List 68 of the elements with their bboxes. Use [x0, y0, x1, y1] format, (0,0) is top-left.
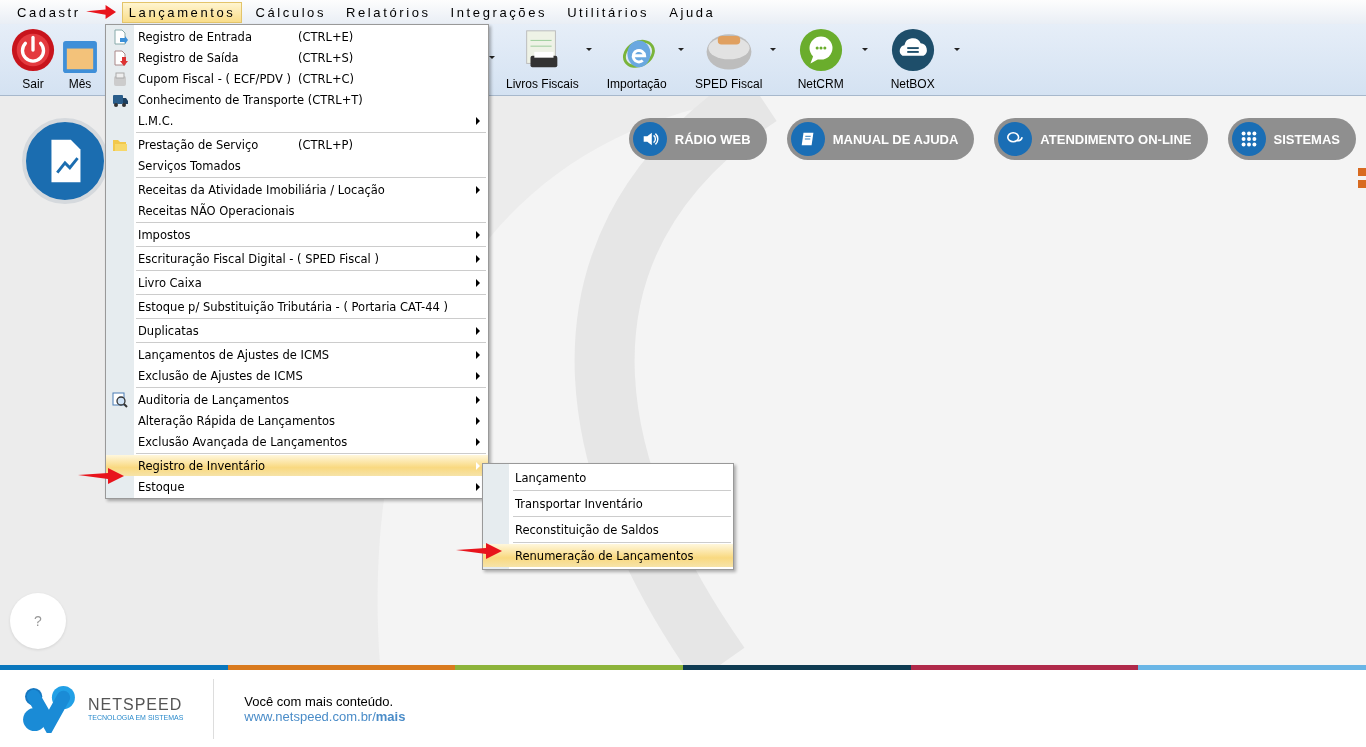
dropdown-caret-icon[interactable]	[677, 47, 684, 51]
menu-bar-item[interactable]: Cálculos	[248, 1, 334, 23]
toolbar-button[interactable]: Livros Fiscais	[506, 27, 579, 91]
submenu-arrow-icon	[476, 255, 480, 263]
menu-bar-item[interactable]: Lançamentos	[121, 1, 243, 23]
submenu-arrow-icon	[476, 438, 480, 446]
toolbar-button[interactable]: SPED Fiscal	[694, 27, 763, 91]
toolbar-button[interactable]: Importação	[602, 27, 671, 91]
menu-bar-item[interactable]: Integrações	[443, 1, 555, 23]
menu-item[interactable]: Alteração Rápida de Lançamentos	[106, 410, 488, 431]
status-marks-icon	[1358, 168, 1366, 188]
dropdown-caret-icon[interactable]	[861, 47, 868, 51]
submenu-arrow-icon	[476, 327, 480, 335]
calendar-icon	[63, 41, 97, 73]
menu-item[interactable]: Lançamentos de Ajustes de ICMS	[106, 344, 488, 365]
apps-grid-icon	[1239, 130, 1258, 148]
menu-item[interactable]: Renumeração de Lançamentos	[483, 544, 733, 567]
menu-item[interactable]: Prestação de Serviço (CTRL+P)	[106, 134, 488, 155]
menu-item[interactable]: Conhecimento de Transporte (CTRL+T)	[106, 89, 488, 110]
toolbar-button[interactable]: NetBOX	[878, 27, 947, 91]
toolbar-button[interactable]: Mês	[60, 27, 100, 91]
menu-item[interactable]: Exclusão de Ajustes de ICMS	[106, 365, 488, 386]
submenu-arrow-icon	[476, 417, 480, 425]
document-arrow-icon	[112, 49, 128, 66]
menu-item[interactable]: Livro Caixa	[106, 272, 488, 293]
menu-bar-item[interactable]: Cadastr	[10, 1, 88, 23]
menu-bar-item[interactable]: Ajuda	[662, 1, 723, 23]
toolbar-button[interactable]: Sair	[10, 27, 56, 91]
submenu-arrow-icon	[476, 396, 480, 404]
menu-item[interactable]: Escrituração Fiscal Digital - ( SPED Fiscal )	[106, 248, 488, 269]
menu-bar-item[interactable]: Utilitários	[560, 1, 657, 23]
menu-bar-item[interactable]: Relatórios	[339, 1, 438, 23]
menu-item[interactable]: Auditoria de Lançamentos	[106, 389, 488, 410]
menu-item[interactable]: Transportar Inventário	[483, 492, 733, 515]
pointer-arrow	[86, 5, 116, 19]
magnifier-document-icon	[112, 391, 128, 408]
cloud-icon	[889, 27, 936, 73]
dropdown-caret-icon[interactable]	[585, 47, 592, 51]
menu-item[interactable]: Cupom Fiscal - ( ECF/PDV ) (CTRL+C)	[106, 68, 488, 89]
menu-item[interactable]: Serviços Tomados	[106, 155, 488, 176]
website-link[interactable]: www.netspeed.com.br/mais	[244, 708, 406, 724]
netspeed-logo-icon	[20, 684, 78, 733]
menu-item[interactable]: Registro de Inventário	[106, 455, 488, 476]
menu-item[interactable]: Registro de Saída (CTRL+S)	[106, 47, 488, 68]
menu-item[interactable]: L.M.C.	[106, 110, 488, 131]
menu-item[interactable]: Reconstituição de Saldos	[483, 518, 733, 541]
document-arrow-icon	[112, 28, 128, 45]
footer-message: Você com mais conteúdo.	[244, 693, 395, 709]
dropdown-caret-icon[interactable]	[953, 47, 960, 51]
menu-item[interactable]: Receitas NÃO Operacionais	[106, 200, 488, 221]
submenu-arrow-icon	[476, 117, 480, 125]
toolbar-button[interactable]: NetCRM	[786, 27, 855, 91]
dropdown-caret-icon[interactable]	[769, 47, 776, 51]
menu-item[interactable]: Registro de Entrada (CTRL+E)	[106, 26, 488, 47]
submenu-arrow-icon	[476, 351, 480, 359]
brand-name: NETSPEED	[88, 696, 184, 714]
chat-icon	[797, 27, 844, 73]
menu-item[interactable]: Duplicatas	[106, 320, 488, 341]
menu-item[interactable]: Impostos	[106, 224, 488, 245]
submenu-arrow-icon	[476, 231, 480, 239]
submenu-arrow-icon	[476, 372, 480, 380]
menu-item[interactable]: Estoque p/ Substituição Tributária - ( Portaria CAT-44 )	[106, 296, 488, 317]
cash-register-icon	[112, 70, 128, 87]
submenu-arrow-icon	[476, 279, 480, 287]
menu-item[interactable]: Receitas da Atividade Imobiliária / Locação	[106, 179, 488, 200]
submenu-arrow-icon	[476, 186, 480, 194]
power-icon	[10, 27, 56, 73]
menu-item[interactable]: Exclusão Avançada de Lançamentos	[106, 431, 488, 452]
